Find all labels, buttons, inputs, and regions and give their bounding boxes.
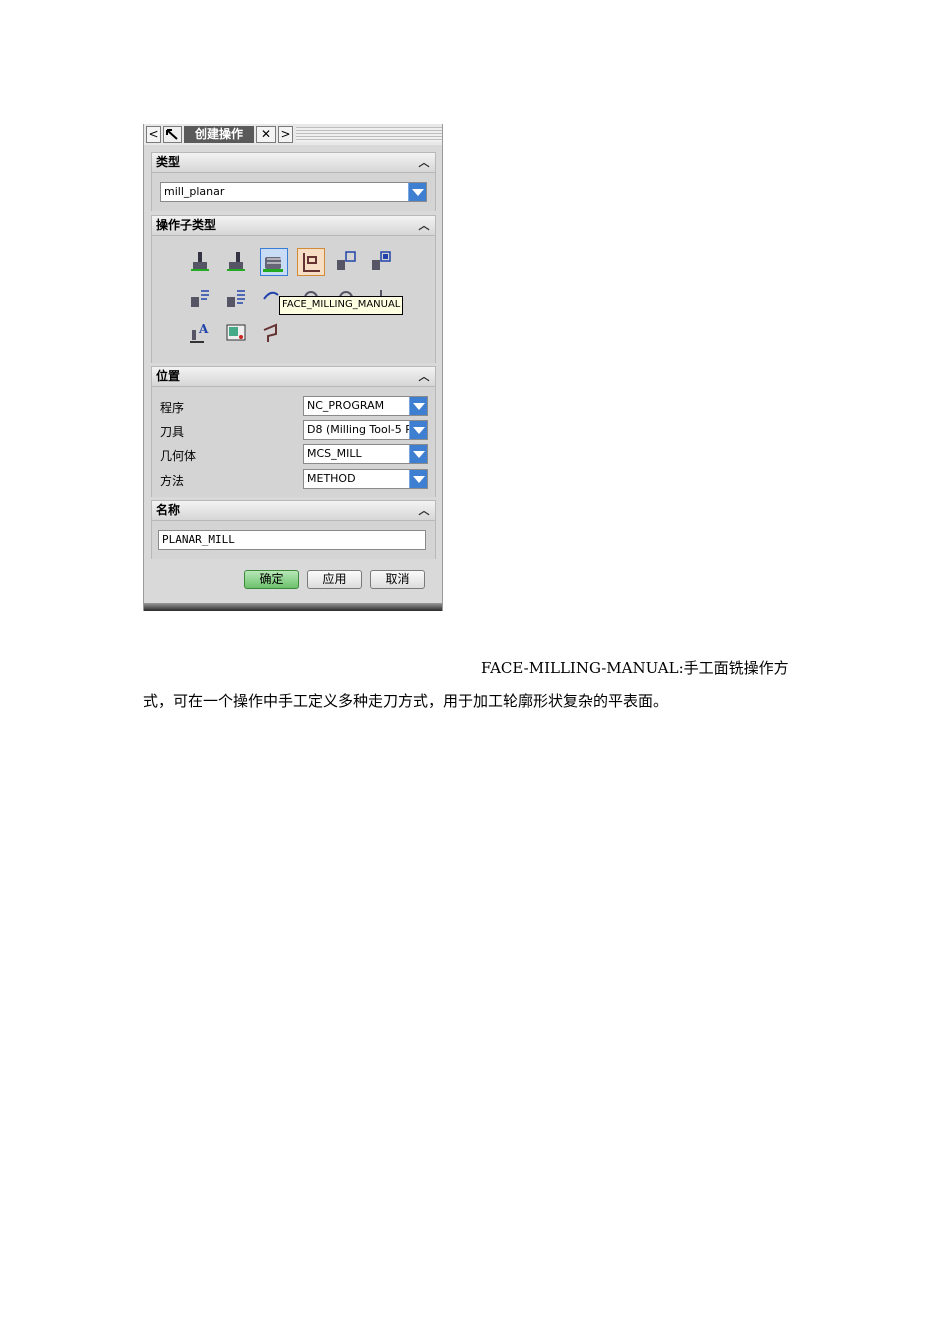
close-button[interactable]: ✕ xyxy=(256,126,276,143)
subtype-panel: FACE_MILLING_MANUAL A xyxy=(151,236,436,363)
face-milling-manual-icon[interactable] xyxy=(260,248,288,276)
location-panel: 程序 NC_PROGRAM 刀具 D8 (Milling Tool-5 Pa 几… xyxy=(151,387,436,497)
document-text-line2: 式，可在一个操作中手工定义多种走刀方式，用于加工轮廓形状复杂的平表面。 xyxy=(143,692,669,710)
operation-name-input[interactable]: PLANAR_MILL xyxy=(158,530,426,550)
subtype-section-header[interactable]: 操作子类型 ︿ xyxy=(151,215,436,236)
tool-label: 刀具 xyxy=(160,425,185,439)
type-select[interactable]: mill_planar xyxy=(160,182,427,202)
dropdown-arrow-icon[interactable] xyxy=(409,445,427,463)
face-milling-icon[interactable] xyxy=(225,250,247,272)
collapse-chevron-icon[interactable]: ︿ xyxy=(416,368,432,385)
type-section-title: 类型 xyxy=(156,155,181,169)
type-panel: mill_planar xyxy=(151,173,436,211)
location-section-header[interactable]: 位置 ︿ xyxy=(151,366,436,387)
geometry-label: 几何体 xyxy=(160,449,197,463)
collapse-chevron-icon[interactable]: ︿ xyxy=(416,502,432,519)
face-milling-area-icon[interactable] xyxy=(189,250,211,272)
tool-select-value: D8 (Milling Tool-5 Pa xyxy=(307,423,419,436)
planar-mill-icon[interactable] xyxy=(297,248,325,276)
program-label: 程序 xyxy=(160,401,185,415)
dropdown-arrow-icon[interactable] xyxy=(409,397,427,415)
dropdown-arrow-icon[interactable] xyxy=(409,421,427,439)
method-select[interactable]: METHOD xyxy=(303,469,428,489)
type-section-header[interactable]: 类型 ︿ xyxy=(151,152,436,173)
pin-icon[interactable] xyxy=(163,126,182,143)
dropdown-arrow-icon[interactable] xyxy=(408,183,426,201)
titlebar-grip xyxy=(296,127,442,142)
planar-text-icon[interactable]: A xyxy=(189,322,211,344)
nav-next-button[interactable]: > xyxy=(278,126,293,143)
method-label: 方法 xyxy=(160,474,185,488)
document-text-line1: FACE-MILLING-MANUAL:手工面铣操作方 xyxy=(481,659,789,677)
program-select-value: NC_PROGRAM xyxy=(307,399,385,412)
geometry-select[interactable]: MCS_MILL xyxy=(303,444,428,464)
geometry-select-value: MCS_MILL xyxy=(307,447,362,460)
create-operation-dialog: < 创建操作 ✕ > 类型 ︿ mill_planar 操作子类型 ︿ FACE… xyxy=(143,124,443,611)
location-section-title: 位置 xyxy=(156,369,181,383)
finish-walls-icon[interactable] xyxy=(189,287,211,309)
dialog-titlebar: < 创建操作 ✕ > xyxy=(144,124,442,145)
collapse-chevron-icon[interactable]: ︿ xyxy=(416,217,432,234)
cancel-button[interactable]: 取消 xyxy=(370,570,425,589)
method-select-value: METHOD xyxy=(307,472,356,485)
cleanup-corners-icon[interactable] xyxy=(370,250,392,272)
name-section-title: 名称 xyxy=(156,503,181,517)
apply-button[interactable]: 应用 xyxy=(307,570,362,589)
mill-control-icon[interactable] xyxy=(225,322,247,344)
type-select-value: mill_planar xyxy=(164,185,225,198)
planar-profile-icon[interactable] xyxy=(335,250,357,272)
name-section-header[interactable]: 名称 ︿ xyxy=(151,500,436,521)
tool-select[interactable]: D8 (Milling Tool-5 Pa xyxy=(303,420,428,440)
dropdown-arrow-icon[interactable] xyxy=(409,470,427,488)
ok-button[interactable]: 确定 xyxy=(244,570,299,589)
dialog-bottom-bar xyxy=(144,603,442,611)
mill-user-icon[interactable] xyxy=(260,322,282,344)
svg-text:A: A xyxy=(198,322,209,336)
program-select[interactable]: NC_PROGRAM xyxy=(303,396,428,416)
collapse-chevron-icon[interactable]: ︿ xyxy=(416,154,432,171)
dialog-title: 创建操作 xyxy=(184,126,254,143)
finish-floor-icon[interactable] xyxy=(225,287,247,309)
operation-tooltip: FACE_MILLING_MANUAL xyxy=(279,296,404,315)
nav-prev-button[interactable]: < xyxy=(146,126,161,143)
subtype-section-title: 操作子类型 xyxy=(156,218,217,232)
